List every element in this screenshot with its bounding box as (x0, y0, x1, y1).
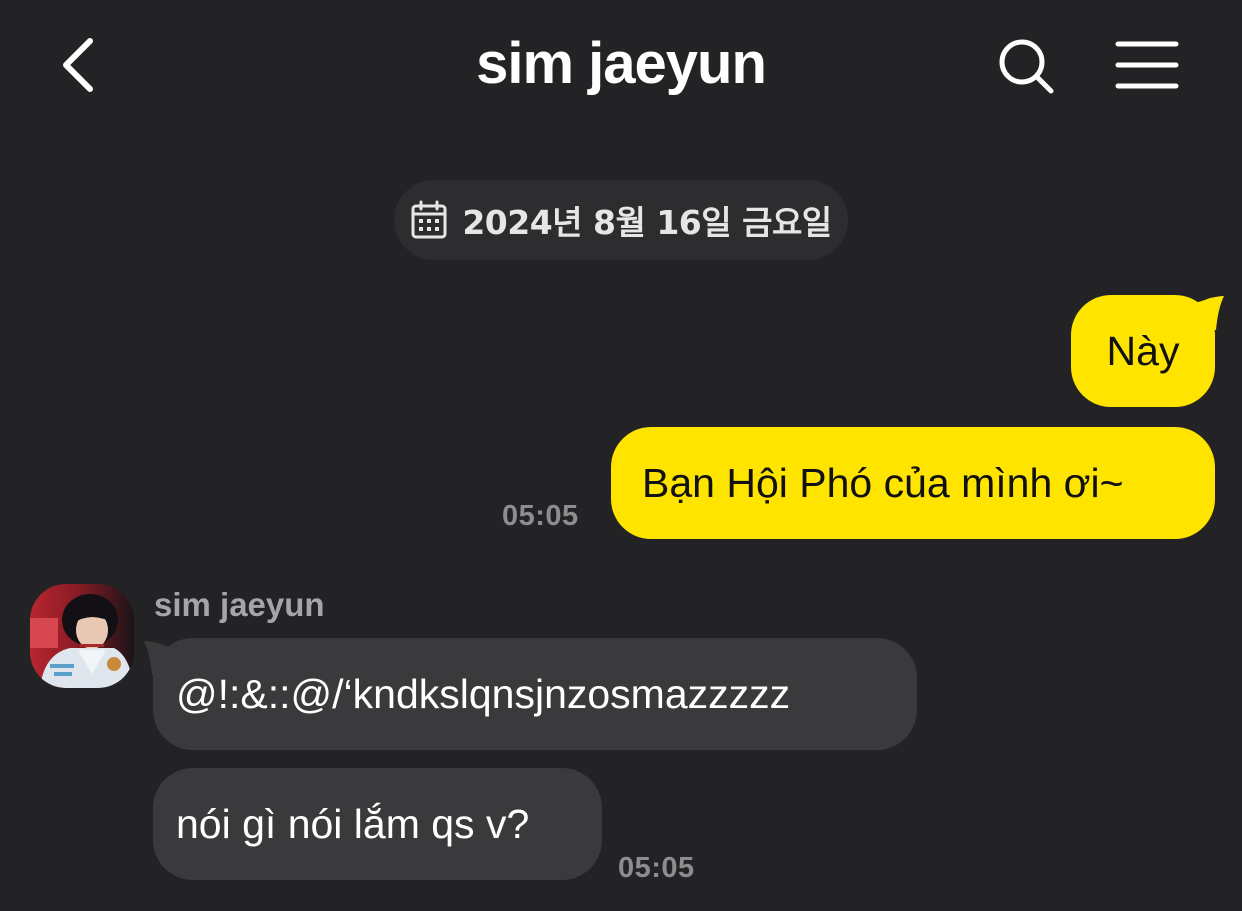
message-text: @!:&::@/‘kndkslqnsjnzosmazzzzz (176, 670, 791, 717)
date-text: 2024년 8월 16일 금요일 (462, 203, 832, 242)
hamburger-menu-icon (1115, 41, 1179, 89)
incoming-message[interactable]: @!:&::@/‘kndkslqnsjnzosmazzzzz (153, 638, 917, 750)
menu-button[interactable] (1112, 36, 1184, 94)
incoming-message[interactable]: nói gì nói lắm qs v? (153, 768, 602, 880)
search-button[interactable] (994, 34, 1058, 98)
avatar[interactable] (30, 584, 134, 688)
outgoing-message[interactable]: Bạn Hội Phó của mình ơi~ (611, 427, 1215, 539)
sender-name: sim jaeyun (154, 586, 325, 623)
outgoing-message[interactable]: Này (1071, 295, 1215, 407)
calendar-icon (411, 200, 447, 239)
message-timestamp: 05:05 (502, 500, 579, 532)
message-text: Này (1106, 327, 1180, 374)
search-icon (999, 39, 1054, 94)
message-text: Bạn Hội Phó của mình ơi~ (642, 459, 1124, 506)
date-divider: 2024년 8월 16일 금요일 (394, 180, 848, 260)
message-timestamp: 05:05 (618, 852, 695, 884)
chat-header: sim jaeyun (0, 0, 1242, 130)
message-text: nói gì nói lắm qs v? (176, 800, 530, 847)
profile-photo-avatar (30, 584, 134, 688)
